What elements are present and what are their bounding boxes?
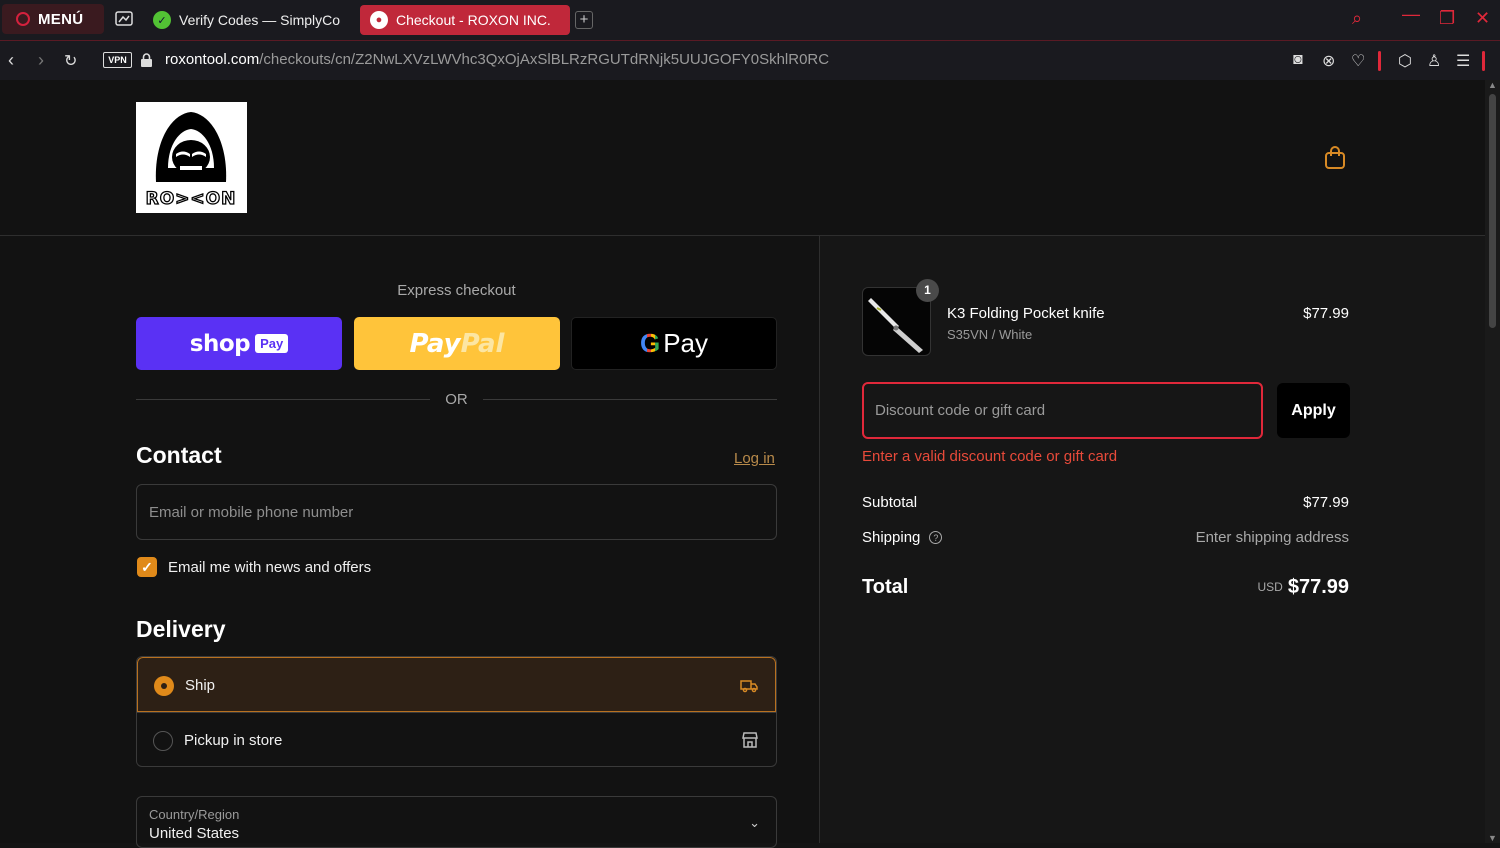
apply-button[interactable]: Apply: [1277, 383, 1350, 438]
minimize-icon[interactable]: —: [1402, 4, 1420, 25]
discount-error-message: Enter a valid discount code or gift card: [862, 448, 1118, 465]
delivery-heading: Delivery: [136, 616, 226, 642]
search-icon[interactable]: ⌕: [1352, 8, 1362, 29]
paypal-logo-pay: Pay: [409, 328, 461, 359]
page-scrollbar[interactable]: ▲ ▼: [1485, 80, 1500, 843]
pickup-label: Pickup in store: [184, 732, 283, 749]
tab-checkout[interactable]: ● Checkout - ROXON INC.: [360, 5, 570, 35]
scroll-up-icon[interactable]: ▲: [1488, 80, 1497, 90]
total-currency: USD: [1257, 580, 1283, 594]
delivery-option-ship[interactable]: Ship: [137, 657, 776, 712]
truck-icon: [740, 680, 758, 693]
delivery-options: Ship Pickup in store: [136, 656, 777, 767]
sidebar-indicator-right: [1482, 51, 1485, 71]
product-price: $77.99: [1303, 305, 1349, 322]
browser-tab-bar: MENÚ ✓ Verify Codes — SimplyCo ● Checkou…: [0, 0, 1500, 40]
scroll-down-icon[interactable]: ▼: [1488, 833, 1497, 843]
adblock-icon[interactable]: ⊗: [1322, 51, 1335, 71]
logo-text: RO><ON: [146, 189, 237, 209]
shopping-bag-icon[interactable]: [1324, 146, 1346, 170]
paypal-logo-pal: Pal: [460, 328, 505, 359]
product-name: K3 Folding Pocket knife: [947, 305, 1105, 322]
delivery-option-pickup[interactable]: Pickup in store: [137, 712, 776, 766]
express-checkout-label: Express checkout: [397, 282, 516, 299]
tab-title: Verify Codes — SimplyCo: [179, 12, 341, 28]
reload-icon[interactable]: ↻: [64, 51, 77, 71]
discount-placeholder: Discount code or gift card: [875, 402, 1046, 419]
chevron-down-icon: ⌄: [749, 815, 760, 830]
back-icon[interactable]: ‹: [8, 50, 14, 71]
shop-pay-button[interactable]: shop Pay: [136, 317, 342, 370]
tab-snap-icon[interactable]: [115, 11, 133, 27]
shop-pay-logo-text: shop: [189, 330, 251, 357]
email-placeholder: Email or mobile phone number: [149, 504, 354, 521]
newsletter-checkbox[interactable]: ✓: [137, 557, 157, 577]
country-label: Country/Region: [149, 807, 240, 822]
divider-line: [483, 399, 777, 400]
close-icon[interactable]: ✕: [1475, 8, 1490, 29]
help-circle-icon[interactable]: ?: [929, 531, 943, 544]
google-g-icon: G: [639, 328, 661, 358]
email-field[interactable]: Email or mobile phone number: [136, 484, 777, 540]
maximize-icon[interactable]: ❐: [1439, 8, 1455, 29]
tab-title: Checkout - ROXON INC.: [396, 12, 551, 28]
easy-setup-icon[interactable]: ☰: [1456, 51, 1470, 71]
sidebar-indicator: [1378, 51, 1381, 71]
contact-heading: Contact: [136, 442, 222, 468]
shipping-row-label: Shipping?: [862, 529, 943, 546]
forward-icon[interactable]: ›: [38, 50, 44, 71]
subtotal-label: Subtotal: [862, 494, 918, 511]
camera-icon[interactable]: ◙: [1293, 51, 1303, 69]
ship-label: Ship: [185, 677, 216, 694]
shipping-label: Shipping: [862, 529, 921, 546]
discount-code-input[interactable]: Discount code or gift card: [862, 382, 1263, 439]
google-pay-label: Pay: [663, 328, 709, 358]
address-bar: ‹ › ↻ VPN roxontool.com/checkouts/cn/Z2N…: [0, 40, 1500, 80]
url-domain: roxontool.com: [165, 51, 260, 68]
opera-logo-icon: [16, 12, 30, 26]
shop-pay-badge: Pay: [255, 334, 289, 353]
store-icon: [742, 732, 758, 748]
quantity-badge: 1: [916, 279, 939, 302]
paypal-button[interactable]: Pay Pal: [354, 317, 560, 370]
store-header: RO><ON: [0, 80, 1485, 236]
new-tab-button[interactable]: +: [575, 11, 593, 29]
total-value: $77.99: [1287, 576, 1349, 598]
total-amount: USD $77.99: [1257, 576, 1349, 599]
total-label: Total: [862, 576, 909, 598]
extensions-cube-icon[interactable]: ⬡: [1398, 51, 1412, 71]
shipping-value: Enter shipping address: [1195, 529, 1349, 546]
profile-icon[interactable]: ♙: [1427, 51, 1441, 71]
url-path: /checkouts/cn/Z2NwLXVzLWVhc3QxOjAxSlBLRz…: [259, 51, 830, 68]
url-field[interactable]: roxontool.com/checkouts/cn/Z2NwLXVzLWVhc…: [165, 51, 829, 68]
login-link[interactable]: Log in: [734, 450, 775, 467]
country-select[interactable]: Country/Region United States ⌄: [136, 796, 777, 848]
pickup-radio[interactable]: [153, 731, 173, 751]
or-divider: OR: [136, 389, 777, 409]
newsletter-label: Email me with news and offers: [168, 559, 372, 576]
checkout-page: RO><ON Express checkout shop Pay Pay Pal …: [0, 80, 1485, 848]
lock-icon[interactable]: [141, 53, 152, 67]
google-pay-button[interactable]: G Pay: [571, 317, 777, 370]
heart-icon[interactable]: ♡: [1351, 51, 1365, 71]
checkout-form: Express checkout shop Pay Pay Pal G Pay OR…: [0, 236, 819, 848]
ship-radio[interactable]: [154, 676, 174, 696]
tab-verify-codes[interactable]: ✓ Verify Codes — SimplyCo: [143, 5, 348, 35]
menu-label: MENÚ: [38, 10, 84, 28]
subtotal-value: $77.99: [1303, 494, 1349, 511]
vpn-badge[interactable]: VPN: [103, 52, 132, 68]
browser-menu-button[interactable]: MENÚ: [2, 4, 104, 34]
check-favicon-icon: ✓: [153, 11, 171, 29]
country-value: United States: [149, 825, 240, 842]
roxon-logo[interactable]: RO><ON: [136, 102, 247, 213]
roxon-favicon-icon: ●: [370, 11, 388, 29]
hooded-figure-logo-icon: RO><ON: [145, 112, 237, 210]
product-variant: S35VN / White: [947, 327, 1033, 342]
order-summary: 1 K3 Folding Pocket knife S35VN / White …: [819, 236, 1485, 843]
scrollbar-thumb[interactable]: [1489, 94, 1496, 328]
